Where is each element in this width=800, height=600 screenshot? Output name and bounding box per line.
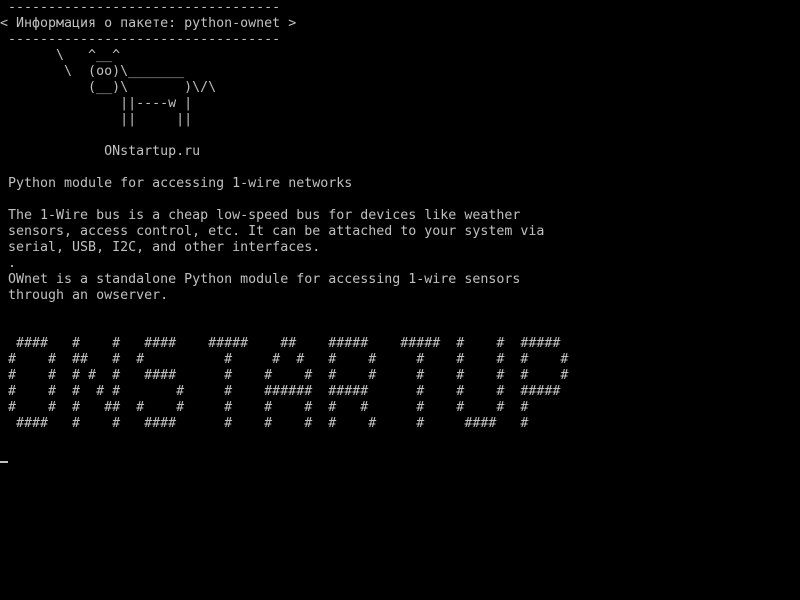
terminal-output: ---------------------------------- < Инф…: [0, 0, 800, 432]
cow-art-line: || ||: [0, 112, 193, 127]
package-description-line: OWnet is a standalone Python module for …: [0, 272, 521, 287]
banner-art-line: # # ## # # # # # # # # # # # #: [0, 352, 569, 367]
site-name: ONstartup.ru: [0, 144, 201, 159]
banner-art-line: #### # # #### # # # # # # #### #: [0, 416, 529, 431]
cow-art-line: \ (oo)\_______: [0, 64, 185, 79]
package-description-line: through an owserver.: [0, 288, 169, 303]
banner-art-line: # # # # # #### # # # # # # # # # #: [0, 368, 569, 383]
banner-art-line: # # # # # # # ###### ##### # # # #####: [0, 384, 561, 399]
package-summary: Python module for accessing 1-wire netwo…: [0, 176, 353, 191]
cowsay-border-top: ----------------------------------: [0, 0, 281, 15]
cowsay-message: < Информация о пакете: python-ownet >: [0, 16, 297, 31]
banner-art-line: # # # ## # # # # # # # # # # #: [0, 400, 529, 415]
terminal-cursor: [0, 461, 8, 463]
cow-art-line: ||----w |: [0, 96, 193, 111]
package-description-line: serial, USB, I2C, and other interfaces.: [0, 240, 321, 255]
package-description-line: .: [0, 256, 17, 271]
terminal-screen[interactable]: ---------------------------------- < Инф…: [0, 0, 800, 600]
cow-art-line: (__)\ )\/\: [0, 80, 217, 95]
package-description-line: sensors, access control, etc. It can be …: [0, 224, 545, 239]
banner-art-line: #### # # #### ##### ## ##### ##### # # #…: [0, 336, 561, 351]
cowsay-border-bottom: ----------------------------------: [0, 32, 281, 47]
cow-art-line: \ ^__^: [0, 48, 121, 63]
package-description-line: The 1-Wire bus is a cheap low-speed bus …: [0, 208, 521, 223]
